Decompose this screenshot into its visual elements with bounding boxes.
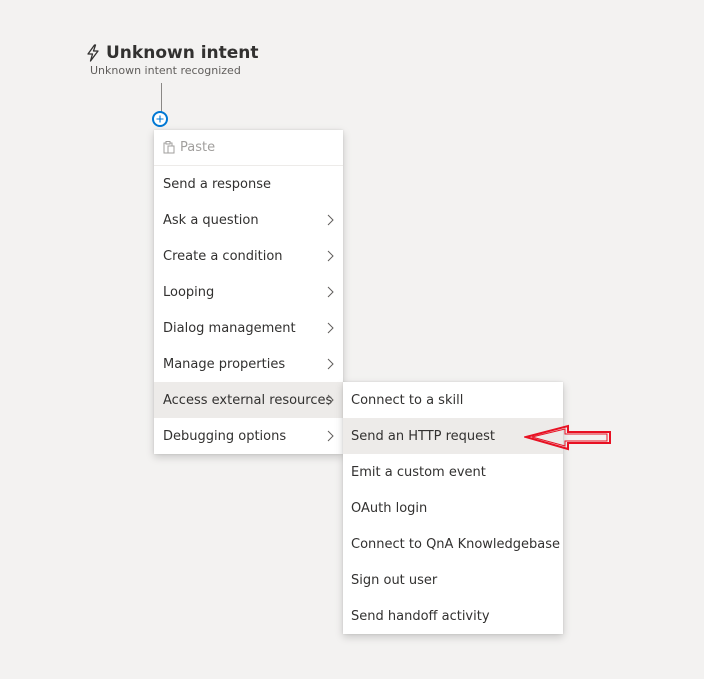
chevron-right-icon xyxy=(327,322,334,338)
menu-item-manage-properties[interactable]: Manage properties xyxy=(154,346,343,382)
annotation-arrow-icon xyxy=(522,424,614,456)
chevron-right-icon xyxy=(327,430,334,446)
submenu-item-label: Emit a custom event xyxy=(351,464,486,480)
submenu-item-label: Connect to QnA Knowledgebase xyxy=(351,536,561,552)
submenu-item-label: Connect to a skill xyxy=(351,392,464,408)
flow-connector xyxy=(161,83,162,112)
menu-item-label: Debugging options xyxy=(163,428,287,444)
submenu-item-oauth-login[interactable]: OAuth login xyxy=(343,490,563,526)
menu-item-access-external-resources[interactable]: Access external resources xyxy=(154,382,343,418)
add-action-menu: Paste Send a response Ask a question Cre… xyxy=(154,130,343,454)
external-resources-submenu: Connect to a skill Send an HTTP request … xyxy=(343,382,563,634)
trigger-title: Unknown intent xyxy=(106,43,259,63)
lightning-icon xyxy=(86,44,100,62)
menu-item-ask-a-question[interactable]: Ask a question xyxy=(154,202,343,238)
chevron-right-icon xyxy=(327,250,334,266)
menu-item-debugging-options[interactable]: Debugging options xyxy=(154,418,343,454)
menu-item-label: Looping xyxy=(163,284,215,300)
submenu-item-label: Send handoff activity xyxy=(351,608,490,624)
plus-icon xyxy=(156,115,164,123)
submenu-item-sign-out-user[interactable]: Sign out user xyxy=(343,562,563,598)
menu-item-looping[interactable]: Looping xyxy=(154,274,343,310)
menu-item-label: Ask a question xyxy=(163,212,259,228)
menu-item-send-a-response[interactable]: Send a response xyxy=(154,166,343,202)
chevron-right-icon xyxy=(327,214,334,230)
menu-item-label: Dialog management xyxy=(163,320,296,336)
menu-item-label: Create a condition xyxy=(163,248,283,264)
submenu-item-connect-to-qna-knowledgebase[interactable]: Connect to QnA Knowledgebase xyxy=(343,526,563,562)
submenu-item-connect-to-a-skill[interactable]: Connect to a skill xyxy=(343,382,563,418)
chevron-right-icon xyxy=(327,394,334,410)
submenu-item-label: Send an HTTP request xyxy=(351,428,496,444)
menu-item-label: Manage properties xyxy=(163,356,286,372)
chevron-right-icon xyxy=(327,358,334,374)
add-node-button[interactable] xyxy=(152,111,168,127)
menu-item-label: Send a response xyxy=(163,176,272,192)
chevron-right-icon xyxy=(327,286,334,302)
menu-item-label: Paste xyxy=(180,140,216,155)
menu-item-label: Access external resources xyxy=(163,392,333,408)
menu-item-dialog-management[interactable]: Dialog management xyxy=(154,310,343,346)
submenu-item-send-handoff-activity[interactable]: Send handoff activity xyxy=(343,598,563,634)
trigger-node[interactable]: Unknown intent Unknown intent recognized xyxy=(86,40,259,77)
trigger-header: Unknown intent xyxy=(86,40,259,66)
menu-item-paste[interactable]: Paste xyxy=(154,130,343,166)
submenu-item-label: Sign out user xyxy=(351,572,438,588)
submenu-item-label: OAuth login xyxy=(351,500,428,516)
submenu-item-emit-a-custom-event[interactable]: Emit a custom event xyxy=(343,454,563,490)
trigger-subtitle: Unknown intent recognized xyxy=(90,64,241,77)
paste-icon xyxy=(163,141,175,154)
menu-item-create-a-condition[interactable]: Create a condition xyxy=(154,238,343,274)
